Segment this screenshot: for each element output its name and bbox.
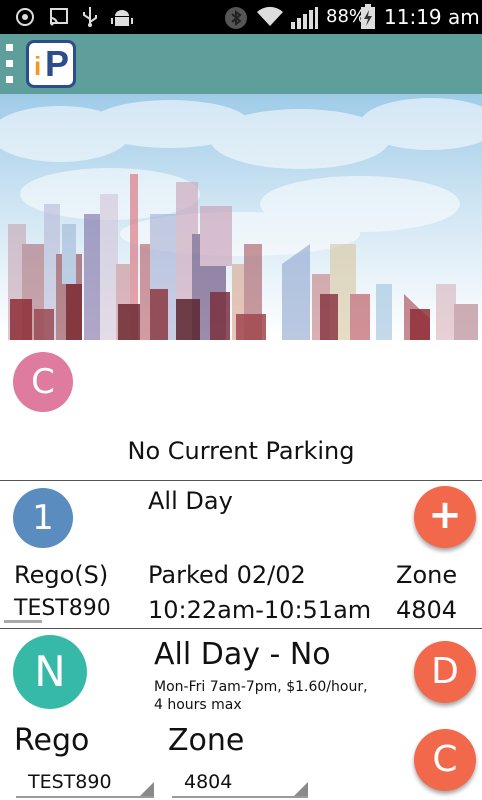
zone-field-label: Zone [168, 723, 245, 758]
dropdown-arrow-icon [294, 782, 308, 796]
scroll-indicator [4, 620, 42, 623]
android-debug-icon [110, 6, 134, 34]
divider [0, 480, 482, 481]
history-title: All Day [148, 487, 233, 515]
rego-field-label: Rego [14, 723, 90, 758]
status-bar: 88% 11:19 am [0, 0, 482, 34]
usb-icon [80, 6, 100, 34]
battery-icon [360, 4, 376, 36]
zone-label: Zone [396, 561, 458, 589]
add-parking-button[interactable]: + [414, 486, 476, 548]
dropdown-arrow-icon [140, 782, 154, 796]
zone-dropdown-value: 4804 [184, 771, 233, 793]
current-parking-avatar: C [13, 352, 73, 412]
current-parking-section: C No Current Parking [0, 340, 482, 481]
app-bar: i P [0, 34, 482, 94]
cast-icon [48, 6, 70, 34]
bluetooth-icon [224, 6, 248, 36]
parking-type-title: All Day - No [154, 637, 331, 672]
new-parking-avatar: N [13, 635, 87, 709]
app-logo: i P [26, 40, 76, 88]
no-current-parking-text: No Current Parking [127, 437, 355, 465]
d-button[interactable]: D [414, 641, 476, 703]
zone-dropdown[interactable]: 4804 [172, 768, 308, 798]
zone-value: 4804 [396, 596, 458, 624]
parked-time-range: 10:22am-10:51am [148, 596, 372, 624]
rego-dropdown[interactable]: TEST890 [16, 768, 154, 798]
rate-info-line2: 4 hours max [154, 697, 242, 713]
target-icon [14, 6, 36, 34]
new-parking-section: N All Day - No Mon-Fri 7am-7pm, $1.60/ho… [0, 629, 482, 800]
c-button[interactable]: C [414, 729, 476, 791]
status-clock: 11:19 am [384, 5, 480, 29]
rate-info-line1: Mon-Fri 7am-7pm, $1.60/hour, [154, 679, 368, 695]
rego-dropdown-value: TEST890 [28, 771, 112, 793]
wifi-icon [256, 6, 284, 34]
rego-label: Rego(S) [14, 561, 109, 589]
parked-date: Parked 02/02 [148, 561, 306, 589]
overflow-menu-icon[interactable] [6, 42, 14, 86]
signal-icon [290, 6, 318, 36]
history-number-avatar: 1 [13, 488, 73, 548]
city-skyline-banner [0, 94, 482, 340]
parking-history-item[interactable]: 1 All Day + Rego(S) TEST890 Parked 02/02… [0, 482, 482, 628]
